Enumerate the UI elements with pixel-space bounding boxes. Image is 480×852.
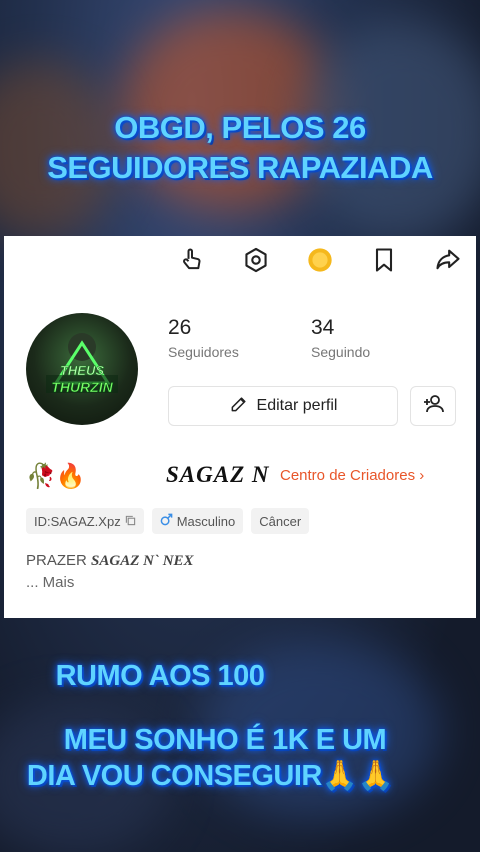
add-user-icon [421,392,445,421]
sign-tag-text: Câncer [259,513,302,529]
hand-pointer-icon[interactable] [160,244,224,276]
caption-top-line2: SEGUIDORES RAPAZIADA [47,150,433,185]
caption-bottom-line1: MEU SONHO É 1K E UM [63,724,387,756]
creator-center-link[interactable]: Centro de Criadores › [280,467,424,484]
edit-profile-button[interactable]: Editar perfil [168,386,398,426]
id-tag[interactable]: ID:SAGAZ.Xpz [26,508,144,534]
nickname: SAGAZ N [166,462,270,487]
id-tag-text: ID:SAGAZ.Xpz [34,513,121,529]
svg-text:THURZIN: THURZIN [51,379,113,395]
profile-emojis: 🥀🔥 [26,463,86,490]
add-user-button[interactable] [410,386,456,426]
caption-bottom: MEU SONHO É 1K E UM DIA VOU CONSEGUIR🙏🙏 [0,722,480,794]
edit-profile-label: Editar perfil [256,397,338,414]
following-label: Seguindo [311,344,371,360]
profile-toolbar [160,244,480,276]
copy-icon[interactable] [125,514,136,529]
svg-text:THEUS: THEUS [60,363,104,378]
bio-name: SAGAZ N` NEX [91,553,194,569]
following-count: 34 [311,316,335,339]
sign-tag: Câncer [251,508,310,534]
caption-bottom-line2: DIA VOU CONSEGUIR🙏🙏 [26,760,394,792]
male-icon [160,513,173,529]
more-link[interactable]: ... Mais [26,574,74,591]
hexagon-settings-icon[interactable] [224,244,288,276]
followers-stat[interactable]: 26 Seguidores [168,316,239,360]
followers-label: Seguidores [168,344,239,360]
caption-top: OBGD, PELOS 26 SEGUIDORES RAPAZIADA [0,110,480,186]
gender-tag-text: Masculino [176,513,236,529]
gender-tag: Masculino [151,508,244,534]
avatar[interactable]: THEUS THURZIN [26,313,138,425]
bio: PRAZER SAGAZ N` NEX [26,552,194,570]
caption-top-line1: OBGD, PELOS 26 [114,110,366,145]
coin-icon[interactable] [288,244,352,276]
bio-prefix: PRAZER [26,552,92,569]
bookmark-icon[interactable] [352,244,416,276]
profile-tags: ID:SAGAZ.Xpz Masculino Câncer [26,508,310,534]
profile-card: THEUS THURZIN 26 Seguidores 34 Seguindo … [4,236,476,618]
caption-middle: RUMO AOS 100 [55,660,265,692]
share-icon[interactable] [416,244,480,276]
following-stat[interactable]: 34 Seguindo [311,316,370,360]
followers-count: 26 [168,316,192,339]
pencil-icon [229,394,249,419]
